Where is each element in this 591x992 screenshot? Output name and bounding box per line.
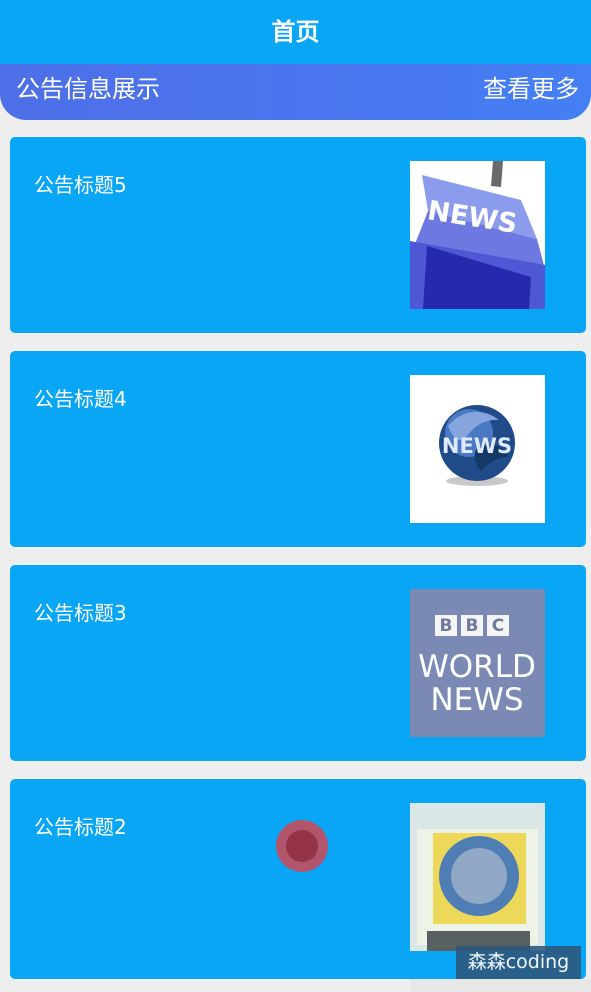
globe-news-label: NEWS	[442, 434, 512, 458]
news-globe-illustration: NEWS	[410, 375, 545, 523]
notice-card-5[interactable]: 公告标题5 NEWS	[10, 137, 586, 333]
page-title: 首页	[271, 17, 320, 46]
bbc-letter-b1: B	[440, 616, 453, 636]
notice-card-3[interactable]: 公告标题3 B B C WORLD NEWS	[10, 565, 586, 761]
view-more-link[interactable]: 查看更多	[483, 77, 579, 101]
touch-indicator	[276, 820, 328, 872]
notice-title: 公告标题3	[34, 601, 127, 625]
blurred-news-illustration	[410, 803, 545, 951]
bottom-strip	[410, 979, 591, 992]
section-title: 公告信息展示	[16, 75, 160, 103]
notice-title: 公告标题4	[34, 387, 127, 411]
bbc-letter-b2: B	[466, 616, 479, 636]
notice-title: 公告标题2	[34, 815, 127, 839]
news-keyboard-image[interactable]: NEWS	[410, 161, 545, 309]
world-label: WORLD	[418, 649, 536, 685]
notice-title: 公告标题5	[34, 173, 127, 197]
bbc-world-news-image[interactable]: B B C WORLD NEWS	[410, 589, 545, 737]
top-navbar: 首页	[0, 0, 591, 66]
notice-card-4[interactable]: 公告标题4 NEWS	[10, 351, 586, 547]
news-keyboard-illustration: NEWS	[410, 161, 545, 309]
news-globe-image[interactable]: NEWS	[410, 375, 545, 523]
bbc-letter-c: C	[492, 616, 504, 636]
video-watermark: 森森coding	[456, 946, 581, 979]
blurred-news-image[interactable]	[410, 803, 545, 951]
news-label: NEWS	[430, 682, 523, 718]
bbc-world-news-illustration: B B C WORLD NEWS	[410, 589, 545, 737]
notice-section-header: 公告信息展示 查看更多	[0, 64, 591, 120]
